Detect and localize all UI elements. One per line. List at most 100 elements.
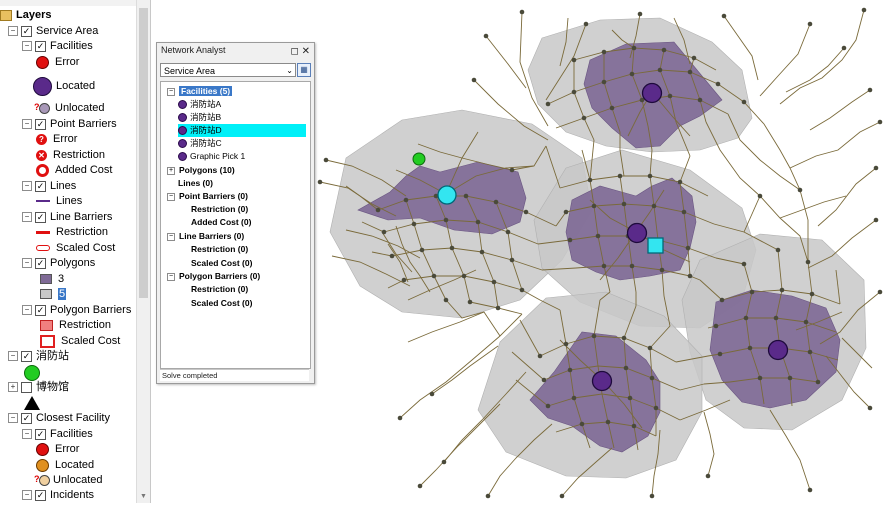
tree-label: Polygon Barriers (0) [179,271,261,281]
collapse-icon[interactable]: − [167,87,175,96]
toc-closest-facility[interactable]: − ✓ Closest Facility [8,411,110,425]
window-titlebar[interactable]: Network Analyst ◻ ✕ [157,43,314,58]
legend-label: Scaled Cost [56,242,116,254]
legend-label: Error [55,56,80,68]
toc-point-barriers[interactable]: − ✓ Point Barriers [22,117,117,131]
scroll-down-icon[interactable]: ▼ [139,493,148,501]
tree-subitem[interactable]: Restriction (0) [191,243,248,256]
legend-label: 3 [58,273,65,285]
toc-service-area[interactable]: − ✓ Service Area [8,24,98,38]
tree-subitem[interactable]: Scaled Cost (0) [191,257,252,270]
expand-icon[interactable]: + [167,166,175,175]
toc-root[interactable]: Layers [0,8,51,22]
collapse-icon[interactable]: − [8,26,18,37]
tree-line-barriers[interactable]: − Line Barriers (0) [167,230,244,243]
tree-subitem[interactable]: Restriction (0) [191,203,248,216]
facility-point-icon [178,113,187,123]
legend-label: Located [56,80,96,92]
facility-item-selected[interactable]: 消防站D [178,124,306,137]
close-icon[interactable]: ✕ [302,46,310,57]
tree-polygon-barriers[interactable]: − Polygon Barriers (0) [167,270,260,283]
tree-label: Polygons (10) [179,165,235,175]
collapse-icon[interactable]: − [22,305,32,316]
collapse-icon[interactable]: − [167,272,175,281]
collapse-icon[interactable]: − [22,429,32,440]
collapse-icon[interactable]: − [22,181,32,192]
collapse-icon[interactable]: − [8,351,18,362]
pin-icon[interactable]: ◻ [291,46,299,57]
tree-point-barriers[interactable]: − Point Barriers (0) [167,190,248,203]
visibility-checkbox[interactable] [21,381,32,393]
scaled-cost-line-icon [36,245,50,252]
collapse-icon[interactable]: − [22,258,32,269]
toc-polygon-barriers[interactable]: − ✓ Polygon Barriers [22,303,131,317]
toc-incidents[interactable]: − ✓ Incidents [22,488,94,502]
toc-line-barriers[interactable]: − ✓ Line Barriers [22,210,112,224]
legend-item: ? Unlocated [34,101,105,115]
restriction-polygon-icon [40,319,53,331]
collapse-icon[interactable]: − [22,212,32,223]
visibility-checkbox[interactable]: ✓ [35,257,46,269]
facility-point-icon [178,139,187,149]
selected-facility-marker [437,185,457,205]
network-analyst-window[interactable]: Network Analyst ◻ ✕ Service Area ⌄ ▦ − Fa… [156,42,315,384]
visibility-checkbox[interactable]: ✓ [35,428,46,440]
tree-label: Restriction (0) [191,204,249,214]
layer-name: Service Area [36,25,99,37]
table-of-contents: Layers − ✓ Service Area − ✓ Facilities Error… [0,0,151,503]
analysis-layer-dropdown[interactable]: Service Area ⌄ [160,63,296,77]
tree-label: Scaled Cost (0) [191,258,253,268]
collapse-icon[interactable]: − [8,413,18,424]
scaled-cost-polygon-icon [40,334,55,348]
tree-subitem[interactable]: Added Cost (0) [191,216,251,229]
facility-item[interactable]: 消防站A [178,98,221,111]
collapse-icon[interactable]: − [22,119,32,130]
layer-name: 消防站 [36,350,69,362]
collapse-icon[interactable]: − [22,490,32,501]
visibility-checkbox[interactable]: ✓ [35,118,46,130]
visibility-checkbox[interactable]: ✓ [35,180,46,192]
toc-fire-station[interactable]: − ✓ 消防站 [8,349,69,363]
layer-properties-button[interactable]: ▦ [297,63,311,77]
facility-item[interactable]: 消防站C [178,137,222,150]
toc-museum[interactable]: + 博物馆 [8,380,69,394]
visibility-checkbox[interactable]: ✓ [21,25,32,37]
facility-item[interactable]: Graphic Pick 1 [178,150,245,163]
restriction-barrier-icon: ✕ [36,149,47,161]
toc-lines[interactable]: − ✓ Lines [22,179,76,193]
legend-item: Restriction [36,225,108,239]
facility-marker [591,370,613,392]
visibility-checkbox[interactable]: ✓ [35,211,46,223]
facility-marker [626,222,648,244]
collapse-icon[interactable]: − [167,232,175,241]
tree-label: Point Barriers (0) [179,191,248,201]
expand-icon[interactable]: + [8,382,18,393]
tree-subitem[interactable]: Restriction (0) [191,283,248,296]
tree-polygons[interactable]: + Polygons (10) [167,164,235,177]
tree-subitem[interactable]: Scaled Cost (0) [191,297,252,310]
toc-cf-facilities[interactable]: − ✓ Facilities [22,427,93,441]
toc-facilities[interactable]: − ✓ Facilities [22,39,93,53]
visibility-checkbox[interactable]: ✓ [35,489,46,501]
dropdown-value: Service Area [164,66,216,76]
legend-item: Error [36,55,79,69]
collapse-icon[interactable]: − [22,41,32,52]
tree-lines[interactable]: Lines (0) [178,177,213,190]
legend-label: 5 [58,288,67,300]
tree-label: Added Cost (0) [191,217,252,227]
scrollbar-thumb[interactable] [139,8,148,298]
visibility-checkbox[interactable]: ✓ [21,350,32,362]
collapse-icon[interactable]: − [167,192,175,201]
status-text: Solve completed [162,371,218,380]
visibility-checkbox[interactable]: ✓ [35,40,46,52]
legend-item: 3 [40,272,64,286]
toc-scrollbar[interactable]: ▼ [136,0,150,503]
tree-label: Lines (0) [178,178,213,188]
facility-item[interactable]: 消防站B [178,111,221,124]
restriction-line-icon [36,230,50,234]
visibility-checkbox[interactable]: ✓ [35,304,46,316]
tree-facilities[interactable]: − Facilities (5) [167,85,233,98]
toc-polygons[interactable]: − ✓ Polygons [22,256,95,270]
tree-label: Restriction (0) [191,244,249,254]
visibility-checkbox[interactable]: ✓ [21,412,32,424]
